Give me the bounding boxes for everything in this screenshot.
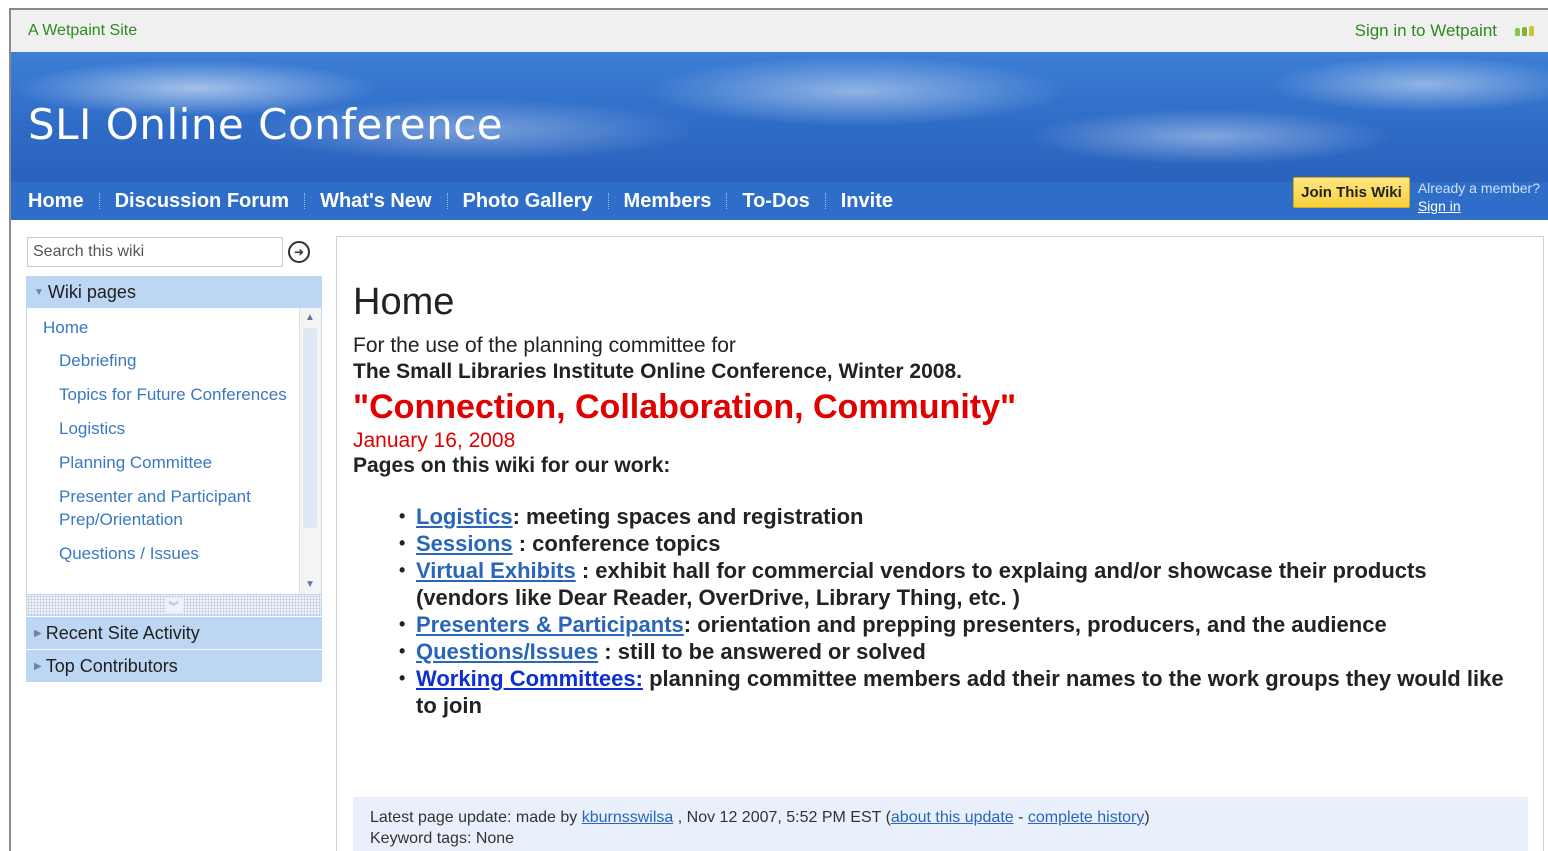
nav-to-dos[interactable]: To-Dos xyxy=(742,190,809,213)
nav-separator xyxy=(607,193,609,209)
site-title[interactable]: SLI Online Conference xyxy=(28,100,503,149)
close-paren: ) xyxy=(1144,809,1150,826)
wetpaint-site-label[interactable]: A Wetpaint Site xyxy=(28,22,137,40)
nav-separator xyxy=(824,193,826,209)
nav-separator xyxy=(726,193,728,209)
wiki-pages-scrollbar[interactable]: ▲ ▼ xyxy=(299,308,321,594)
latest-update-line: Latest page update: made by kburnsswilsa… xyxy=(370,807,1511,828)
list-item: Virtual Exhibits : exhibit hall for comm… xyxy=(399,557,1509,611)
search-box xyxy=(27,237,283,267)
nav-whats-new[interactable]: What's New xyxy=(320,190,431,213)
list-item-text: : conference topics xyxy=(512,531,721,556)
sidebar-item-home[interactable]: Home xyxy=(27,316,321,339)
logistics-link[interactable]: Logistics xyxy=(416,504,513,529)
update-user-link[interactable]: kburnsswilsa xyxy=(582,809,674,826)
list-item: Working Committees: planning committee m… xyxy=(399,665,1509,719)
slogan: "Connection, Collaboration, Community" xyxy=(353,388,1017,426)
sidebar-item-presenter-participant-prep[interactable]: Presenter and Participant Prep/Orientati… xyxy=(27,485,295,531)
intro-line-1: For the use of the planning committee fo… xyxy=(353,334,736,357)
nav-home[interactable]: Home xyxy=(28,190,84,213)
search-input[interactable] xyxy=(33,243,282,261)
sidebar-item-topics-future-conferences[interactable]: Topics for Future Conferences xyxy=(27,383,295,406)
join-area: Join This Wiki Already a member? Sign in xyxy=(1293,177,1540,215)
nav-separator xyxy=(446,193,448,209)
page-title: Home xyxy=(353,281,455,323)
nav-discussion-forum[interactable]: Discussion Forum xyxy=(115,190,289,213)
complete-history-link[interactable]: complete history xyxy=(1028,809,1145,826)
already-member-block: Already a member? Sign in xyxy=(1418,177,1540,215)
event-date: January 16, 2008 xyxy=(353,429,516,452)
sign-in-link[interactable]: Sign in xyxy=(1418,197,1540,215)
triangle-right-icon: ▶ xyxy=(34,660,42,672)
about-this-update-link[interactable]: about this update xyxy=(891,809,1014,826)
wiki-pages-header[interactable]: ▼ Wiki pages xyxy=(26,276,322,308)
sidebar-item-planning-committee[interactable]: Planning Committee xyxy=(27,451,295,474)
virtual-exhibits-link[interactable]: Virtual Exhibits xyxy=(416,558,576,583)
wetpaint-signin-area: Sign in to Wetpaint xyxy=(1355,21,1534,41)
footer-separator: - xyxy=(1013,809,1028,826)
top-contributors-label: Top Contributors xyxy=(45,655,178,676)
scroll-down-arrow-icon[interactable]: ▼ xyxy=(305,579,315,590)
nav-invite[interactable]: Invite xyxy=(841,190,893,213)
nav-photo-gallery[interactable]: Photo Gallery xyxy=(463,190,593,213)
intro-line-2: The Small Libraries Institute Online Con… xyxy=(353,360,962,383)
list-item: Questions/Issues : still to be answered … xyxy=(399,638,1509,665)
scrollbar-thumb[interactable] xyxy=(303,328,317,528)
sidebar: ▼ Wiki pages Home Debriefing Topics for … xyxy=(26,276,322,682)
list-item-text: : still to be answered or solved xyxy=(598,639,926,664)
list-item-text: : meeting spaces and registration xyxy=(512,504,864,529)
main-navbar: Home Discussion Forum What's New Photo G… xyxy=(11,177,1548,220)
nav-separator xyxy=(98,193,100,209)
intro-block: For the use of the planning committee fo… xyxy=(353,333,1533,479)
questions-issues-link[interactable]: Questions/Issues xyxy=(416,639,598,664)
presenters-participants-link[interactable]: Presenters & Participants xyxy=(416,612,684,637)
sidebar-item-logistics[interactable]: Logistics xyxy=(27,417,295,440)
top-contributors-header[interactable]: ▶ Top Contributors xyxy=(26,650,322,682)
arrow-right-circle-icon[interactable]: ➜ xyxy=(288,241,310,263)
resize-grip[interactable]: ︾ xyxy=(26,594,322,616)
working-committees-link[interactable]: Working Committees: xyxy=(416,666,643,691)
site-banner: SLI Online Conference xyxy=(11,52,1548,182)
double-chevron-down-icon: ︾ xyxy=(165,597,183,613)
nav-separator xyxy=(304,193,306,209)
list-item: Sessions : conference topics xyxy=(399,530,1509,557)
triangle-right-icon: ▶ xyxy=(34,627,42,639)
recent-site-activity-header[interactable]: ▶ Recent Site Activity xyxy=(26,617,322,649)
triangle-down-icon: ▼ xyxy=(34,286,44,298)
main-content: Home For the use of the planning committ… xyxy=(336,236,1544,851)
scroll-up-arrow-icon[interactable]: ▲ xyxy=(305,312,315,323)
page-update-footer: Latest page update: made by kburnsswilsa… xyxy=(353,797,1528,851)
sidebar-item-debriefing[interactable]: Debriefing xyxy=(27,349,295,372)
nav-items: Home Discussion Forum What's New Photo G… xyxy=(11,182,893,220)
sessions-link[interactable]: Sessions xyxy=(416,531,513,556)
wiki-pages-list: Home Debriefing Topics for Future Confer… xyxy=(26,308,322,594)
update-prefix: Latest page update: made by xyxy=(370,809,582,826)
recent-site-activity-label: Recent Site Activity xyxy=(45,622,200,643)
join-this-wiki-button[interactable]: Join This Wiki xyxy=(1293,177,1410,208)
wetpaint-topbar: A Wetpaint Site Sign in to Wetpaint xyxy=(11,10,1548,52)
wetpaint-logo-icon[interactable] xyxy=(1515,26,1534,36)
list-item-text: : orientation and prepping presenters, p… xyxy=(683,612,1387,637)
nav-members[interactable]: Members xyxy=(624,190,712,213)
wiki-pages-label: Wiki pages xyxy=(47,281,136,302)
sign-in-to-wetpaint-link[interactable]: Sign in to Wetpaint xyxy=(1355,21,1497,41)
already-member-text: Already a member? xyxy=(1417,180,1540,196)
list-item: Presenters & Participants: orientation a… xyxy=(399,611,1509,638)
wiki-pages-bullets: Logistics: meeting spaces and registrati… xyxy=(399,503,1509,719)
pages-heading: Pages on this wiki for our work: xyxy=(353,454,671,477)
update-time: , Nov 12 2007, 5:52 PM EST ( xyxy=(673,809,891,826)
keyword-tags: Keyword tags: None xyxy=(370,830,515,847)
list-item: Logistics: meeting spaces and registrati… xyxy=(399,503,1509,530)
sidebar-item-questions-issues[interactable]: Questions / Issues xyxy=(27,542,295,565)
